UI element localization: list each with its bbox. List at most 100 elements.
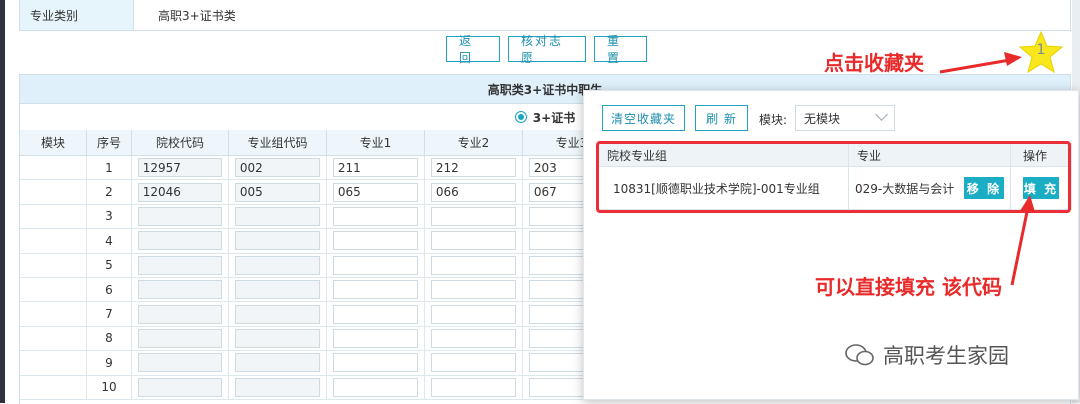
table-cell xyxy=(425,351,523,376)
seq-number: 5 xyxy=(105,258,113,273)
table-row: 8 xyxy=(20,326,621,352)
module-cell xyxy=(20,156,87,181)
refresh-button[interactable]: 刷 新 xyxy=(695,105,748,131)
group-code-input[interactable]: 002 xyxy=(234,158,321,178)
table-cell xyxy=(327,229,425,254)
table-row: 1 12957 002 211 212 203 xyxy=(20,156,621,181)
table-cell xyxy=(425,204,523,230)
school-code-input[interactable] xyxy=(137,304,223,324)
major-2-input[interactable] xyxy=(430,280,517,300)
group-code-input[interactable] xyxy=(234,353,321,373)
module-cell xyxy=(20,302,87,327)
school-code-input[interactable] xyxy=(137,231,223,251)
major-1-input[interactable] xyxy=(332,328,419,348)
seq-number: 2 xyxy=(105,185,113,200)
major-1-input[interactable] xyxy=(332,304,419,324)
favorites-star-icon[interactable]: 1 xyxy=(1018,30,1064,76)
major-1-input[interactable] xyxy=(332,206,419,226)
table-cell xyxy=(132,351,229,376)
module-cell xyxy=(20,326,87,352)
major-1-input[interactable]: 065 xyxy=(332,182,419,202)
major-2-input[interactable] xyxy=(430,377,517,397)
school-code-input[interactable]: 12957 xyxy=(137,158,223,178)
table-cell xyxy=(425,302,523,327)
table-cell xyxy=(425,229,523,254)
major-1-input[interactable] xyxy=(332,280,419,300)
module-cell xyxy=(20,375,87,400)
group-code-input[interactable] xyxy=(234,377,321,397)
major-2-input[interactable]: 212 xyxy=(430,158,517,178)
module-cell xyxy=(20,277,87,303)
back-button[interactable]: 返 回 xyxy=(446,34,500,65)
school-code-input[interactable] xyxy=(137,255,223,275)
table-cell xyxy=(327,326,425,352)
arrow-to-star xyxy=(939,58,1011,74)
window-edge-left xyxy=(0,0,5,403)
school-code-input[interactable] xyxy=(137,206,223,226)
major-2-input[interactable] xyxy=(430,206,517,226)
type-radio[interactable] xyxy=(514,111,527,123)
school-code-input[interactable] xyxy=(137,353,223,373)
major-2-input[interactable] xyxy=(430,231,517,251)
module-select[interactable]: 无模块 xyxy=(795,105,895,131)
major-2-input[interactable] xyxy=(430,304,517,324)
group-code-input[interactable] xyxy=(234,231,321,251)
table-cell: 3 xyxy=(87,204,132,230)
major-1-input[interactable] xyxy=(332,353,419,373)
group-code-input[interactable]: 005 xyxy=(234,182,321,202)
group-code-input[interactable] xyxy=(234,280,321,300)
table-cell xyxy=(132,375,229,400)
table-cell: 7 xyxy=(87,302,132,327)
major-2-input[interactable] xyxy=(430,328,517,348)
seq-number: 1 xyxy=(105,160,113,175)
module-cell xyxy=(20,253,87,278)
category-row: 专业类别 高职3+证书类 xyxy=(19,0,1071,31)
major-1-input[interactable] xyxy=(332,255,419,275)
major-1-input[interactable] xyxy=(332,377,419,397)
seq-number: 4 xyxy=(105,233,113,248)
school-code-input[interactable] xyxy=(137,328,223,348)
table-cell xyxy=(229,375,327,400)
table-cell: 5 xyxy=(87,253,132,278)
clear-favorites-button[interactable]: 清空收藏夹 xyxy=(602,105,685,131)
major-2-input[interactable] xyxy=(430,255,517,275)
module-cell xyxy=(20,180,87,205)
seq-number: 7 xyxy=(105,307,113,322)
table-header: 模块 序号 院校代码 专业组代码 专业1 专业2 专业3 xyxy=(20,130,621,156)
verify-button[interactable]: 核对志愿 xyxy=(508,34,586,65)
favorites-hint-text: 点击收藏夹 xyxy=(824,51,924,75)
table-cell xyxy=(132,326,229,352)
group-code-input[interactable] xyxy=(234,206,321,226)
watermark: 高职考生家园 xyxy=(845,340,1009,370)
table-row: 9 xyxy=(20,351,621,376)
module-label: 模块: xyxy=(759,113,788,127)
chevron-down-icon xyxy=(875,108,888,121)
table-cell xyxy=(132,302,229,327)
major-1-input[interactable]: 211 xyxy=(332,158,419,178)
table-cell xyxy=(229,351,327,376)
major-2-input[interactable]: 066 xyxy=(430,182,517,202)
table-row: 10 xyxy=(20,375,621,400)
table-cell: 212 xyxy=(425,156,523,181)
group-code-input[interactable] xyxy=(234,304,321,324)
group-code-input[interactable] xyxy=(234,255,321,275)
header-seq: 序号 xyxy=(87,130,132,155)
school-code-input[interactable]: 12046 xyxy=(137,182,223,202)
table-cell xyxy=(132,229,229,254)
school-code-input[interactable] xyxy=(137,377,223,397)
seq-number: 10 xyxy=(101,380,117,395)
table-row: 4 xyxy=(20,229,621,254)
table-cell xyxy=(425,326,523,352)
table-cell xyxy=(132,204,229,230)
major-1-input[interactable] xyxy=(332,231,419,251)
seq-number: 8 xyxy=(105,331,113,346)
reset-button[interactable]: 重 置 xyxy=(594,34,647,65)
table-cell xyxy=(327,375,425,400)
table-cell: 10 xyxy=(87,375,132,400)
group-code-input[interactable] xyxy=(234,328,321,348)
table-cell xyxy=(327,277,425,303)
school-code-input[interactable] xyxy=(137,280,223,300)
table-cell xyxy=(229,204,327,230)
table-cell: 4 xyxy=(87,229,132,254)
major-2-input[interactable] xyxy=(430,353,517,373)
